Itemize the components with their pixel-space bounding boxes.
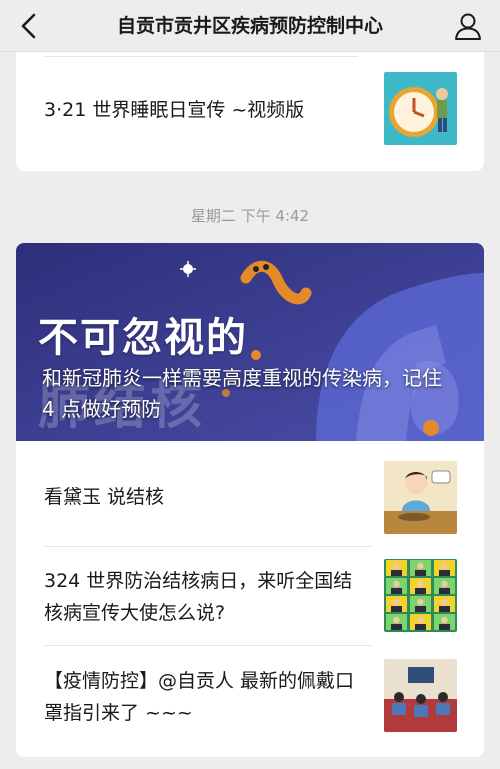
article-title: 3·21 世界睡眠日宣传 ~视频版: [44, 99, 305, 121]
divider: [44, 546, 372, 547]
cover-article[interactable]: 不可忽视的 肺结核 和新冠肺炎一样需要高度重视的传染病，记住 4 点做好预防: [16, 243, 484, 441]
article-thumbnail: [384, 559, 457, 632]
person-icon[interactable]: [452, 10, 484, 42]
nav-bar: 自贡市贡井区疾病预防控制中心: [0, 0, 500, 52]
article-title: 看黛玉 说结核: [44, 486, 165, 508]
article-thumbnail: [384, 659, 457, 732]
message-card: 不可忽视的 肺结核 和新冠肺炎一样需要高度重视的传染病，记住 4 点做好预防 看…: [16, 243, 484, 757]
chevron-left-icon[interactable]: [14, 10, 46, 42]
cover-headline: 不可忽视的: [38, 315, 248, 361]
article-thumbnail: [384, 461, 457, 534]
cover-title: 和新冠肺炎一样需要高度重视的传染病，记住 4 点做好预防: [42, 366, 442, 421]
article-item[interactable]: 3·21 世界睡眠日宣传 ~视频版: [16, 72, 484, 150]
article-title: 【疫情防控】@自贡人 最新的佩戴口罩指引来了 ~~~: [44, 670, 355, 724]
divider: [44, 56, 358, 57]
article-item[interactable]: 看黛玉 说结核: [16, 461, 484, 534]
message-timestamp: 星期二 下午 4:42: [190, 207, 310, 225]
article-thumbnail: [384, 72, 457, 145]
page-title: 自贡市贡井区疾病预防控制中心: [116, 15, 383, 37]
article-item[interactable]: 324 世界防治结核病日，来听全国结核病宣传大使怎么说?: [16, 559, 484, 632]
divider: [44, 645, 372, 646]
article-item[interactable]: 【疫情防控】@自贡人 最新的佩戴口罩指引来了 ~~~: [16, 659, 484, 732]
message-card: 3·21 世界睡眠日宣传 ~视频版: [16, 40, 484, 171]
article-title: 324 世界防治结核病日，来听全国结核病宣传大使怎么说?: [44, 570, 353, 624]
